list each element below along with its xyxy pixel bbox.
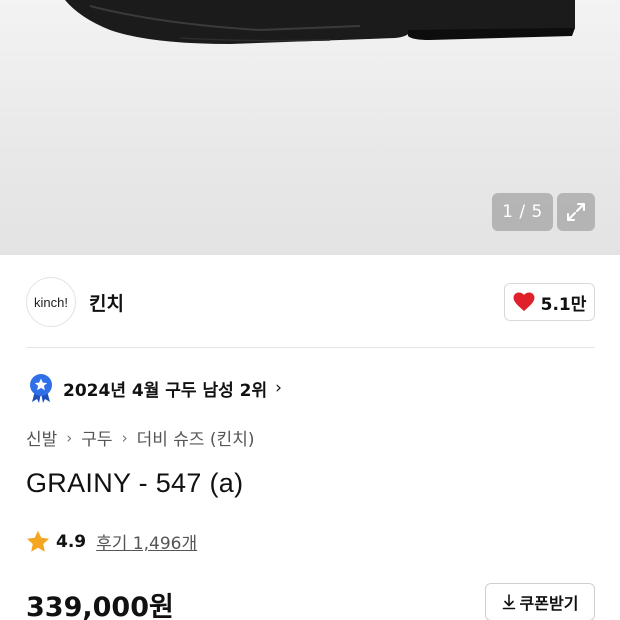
expand-icon (567, 203, 585, 221)
chevron-right-icon: › (66, 428, 73, 447)
rating-row: 4.9 후기 1,496개 (26, 529, 197, 554)
breadcrumb-item-shoes[interactable]: 신발 (26, 425, 57, 450)
product-image (65, 0, 575, 44)
download-icon (502, 594, 515, 610)
star-icon (27, 530, 49, 552)
breadcrumb: 신발 › 구두 › 더비 슈즈 (킨치) (26, 425, 255, 451)
expand-image-button[interactable] (557, 193, 595, 231)
product-price: 339,000원 (26, 592, 174, 620)
rating-score: 4.9 (56, 531, 87, 552)
ranking-badge-icon (30, 374, 52, 403)
heart-icon (513, 292, 535, 312)
breadcrumb-item-derby-shoes[interactable]: 더비 슈즈 (킨치) (137, 425, 255, 450)
like-count: 5.1만 (540, 294, 587, 315)
image-counter: 1 / 5 (492, 193, 553, 231)
chevron-right-icon: › (121, 428, 128, 447)
review-count-link[interactable]: 후기 1,496개 (96, 529, 197, 554)
brand-logo[interactable]: kinch! (26, 277, 76, 327)
product-title: GRAINY - 547 (a) (26, 468, 244, 498)
product-image-gallery[interactable]: 1 / 5 (0, 0, 620, 255)
brand-row: kinch! 킨치 5.1만 (26, 277, 595, 327)
brand-name[interactable]: 킨치 (89, 289, 124, 316)
coupon-label: 쿠폰받기 (519, 594, 579, 613)
ranking-text: 2024년 4월 구두 남성 2위 (63, 380, 268, 401)
like-button[interactable]: 5.1만 (504, 283, 595, 321)
brand-logo-text: kinch! (34, 294, 68, 310)
breadcrumb-item-dress-shoes[interactable]: 구두 (81, 425, 112, 450)
divider (26, 347, 595, 348)
ranking-link[interactable]: 2024년 4월 구두 남성 2위 › (28, 372, 282, 404)
coupon-download-button[interactable]: 쿠폰받기 (485, 583, 595, 620)
chevron-right-icon: › (275, 378, 282, 398)
